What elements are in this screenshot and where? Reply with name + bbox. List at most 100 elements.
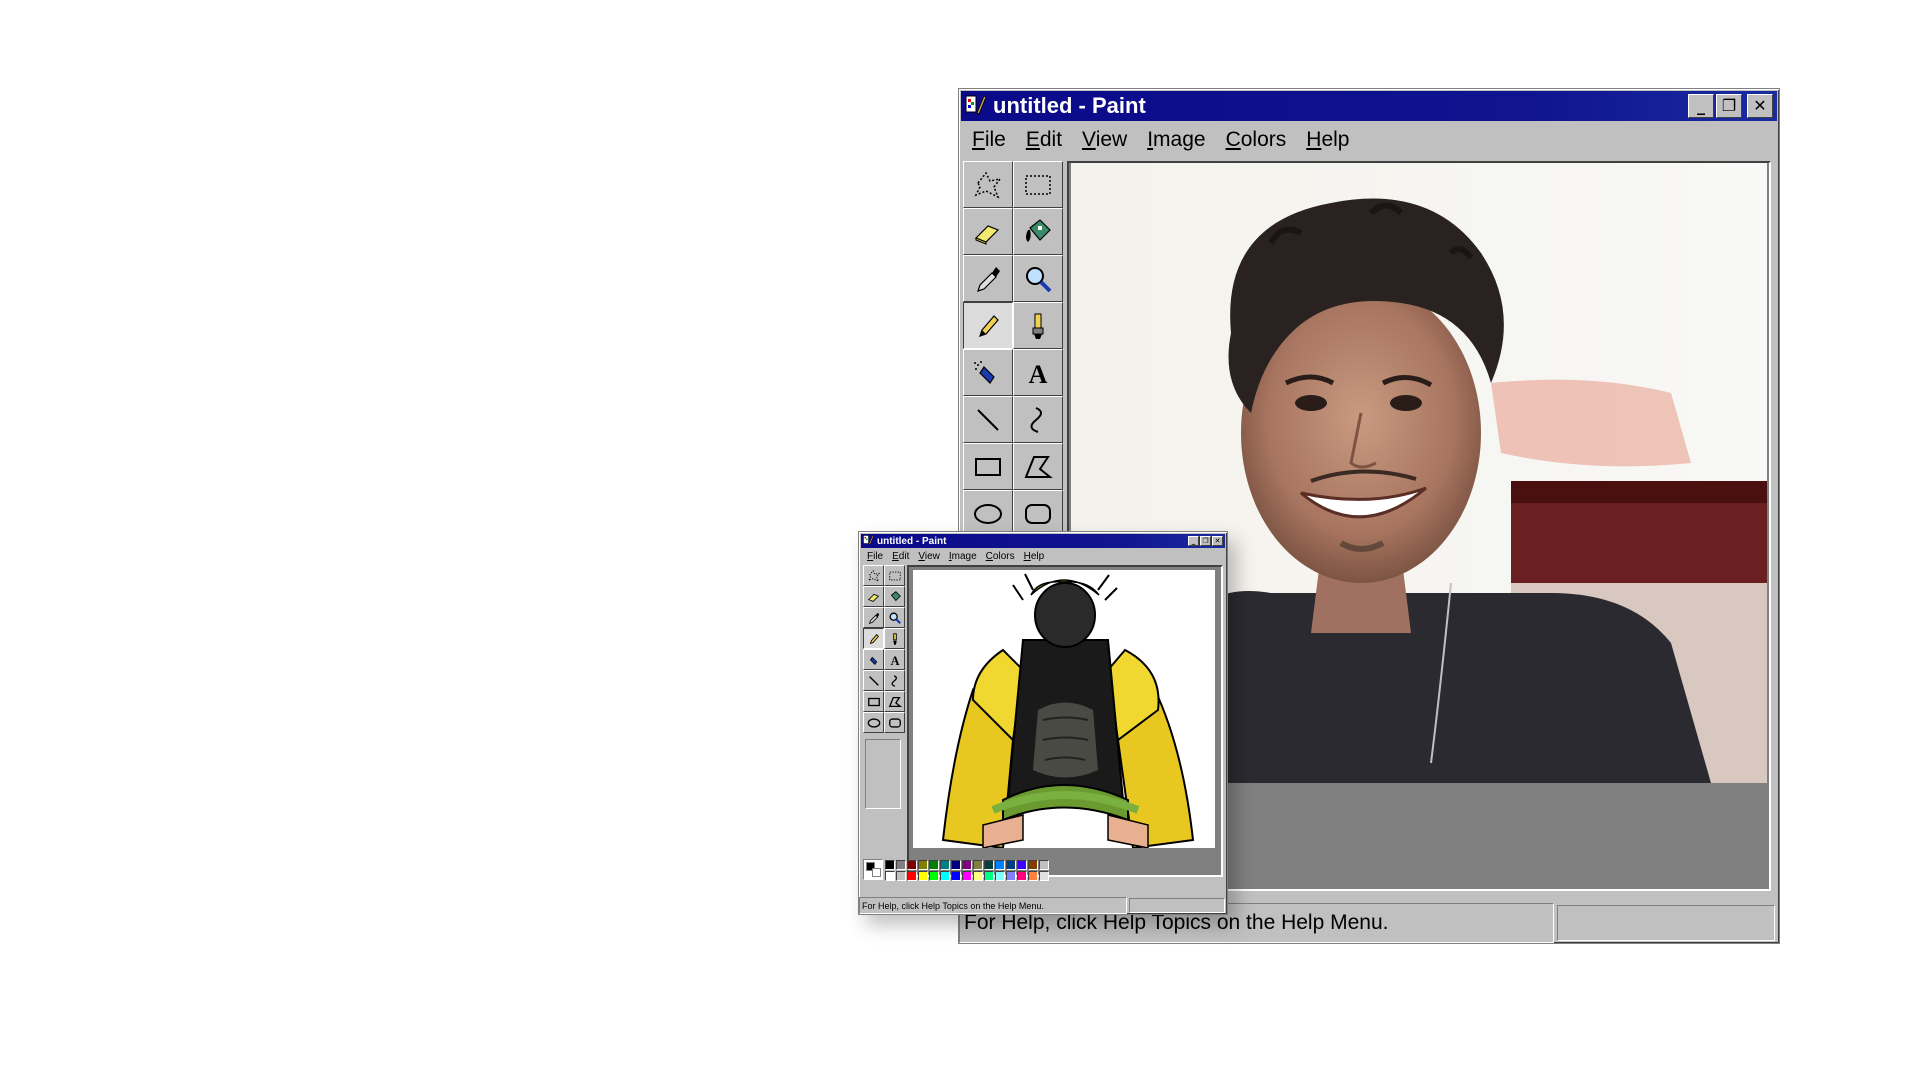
palette-swatch[interactable]: [973, 860, 983, 870]
palette-swatch[interactable]: [984, 871, 994, 881]
menu-image[interactable]: Image: [949, 551, 977, 562]
curve-tool[interactable]: [884, 670, 905, 691]
ellipse-icon: [974, 503, 1002, 524]
palette-swatch[interactable]: [995, 860, 1005, 870]
free-select-icon: [974, 171, 1002, 199]
palette-swatch[interactable]: [1028, 871, 1038, 881]
menu-file[interactable]: File: [972, 128, 1006, 152]
palette-swatch[interactable]: [962, 860, 972, 870]
menu-view[interactable]: View: [918, 551, 940, 562]
eraser-tool[interactable]: [963, 208, 1013, 255]
palette-swatch[interactable]: [1006, 860, 1016, 870]
palette-swatch[interactable]: [984, 860, 994, 870]
rect-select-tool[interactable]: [1013, 161, 1063, 208]
pencil-tool[interactable]: [863, 628, 884, 649]
palette-swatch[interactable]: [940, 860, 950, 870]
color-picker-tool[interactable]: [863, 607, 884, 628]
curve-icon: [1030, 406, 1042, 433]
minimize-button[interactable]: _: [1688, 94, 1714, 118]
palette-swatch[interactable]: [995, 871, 1005, 881]
brush-tool[interactable]: [1013, 302, 1063, 349]
menu-colors[interactable]: Colors: [986, 551, 1015, 562]
palette-swatch[interactable]: [1039, 871, 1049, 881]
eyedropper-icon: [977, 266, 1000, 292]
pencil-tool[interactable]: [963, 302, 1013, 349]
toolbox: A: [863, 565, 905, 733]
palette-swatch[interactable]: [962, 871, 972, 881]
line-tool[interactable]: [863, 670, 884, 691]
palette-swatch[interactable]: [929, 860, 939, 870]
palette-swatch[interactable]: [907, 871, 917, 881]
free-select-icon: [867, 569, 880, 582]
magnifier-tool[interactable]: [1013, 255, 1063, 302]
menu-help[interactable]: Help: [1306, 128, 1349, 152]
tool-options-box[interactable]: [865, 739, 901, 809]
airbrush-tool[interactable]: [963, 349, 1013, 396]
pencil-icon: [979, 314, 999, 337]
rounded-rectangle-tool[interactable]: [884, 712, 905, 733]
palette-swatch[interactable]: [1028, 860, 1038, 870]
airbrush-tool[interactable]: [863, 649, 884, 670]
fill-tool[interactable]: [884, 586, 905, 607]
rectangle-tool[interactable]: [963, 443, 1013, 490]
brush-tool[interactable]: [884, 628, 905, 649]
brush-icon: [892, 632, 897, 645]
rounded-rectangle-tool[interactable]: [1013, 490, 1063, 537]
palette-swatch[interactable]: [885, 871, 895, 881]
menu-edit[interactable]: Edit: [1026, 128, 1062, 152]
close-button[interactable]: ✕: [1212, 536, 1223, 546]
palette-swatch[interactable]: [896, 860, 906, 870]
menu-edit[interactable]: Edit: [892, 551, 909, 562]
polygon-tool[interactable]: [884, 691, 905, 712]
rect-select-tool[interactable]: [884, 565, 905, 586]
curve-tool[interactable]: [1013, 396, 1063, 443]
palette-swatch[interactable]: [951, 860, 961, 870]
palette-swatch[interactable]: [907, 860, 917, 870]
palette-swatch[interactable]: [951, 871, 961, 881]
toolbox: A: [963, 161, 1063, 537]
free-select-tool[interactable]: [863, 565, 884, 586]
palette-swatch[interactable]: [918, 860, 928, 870]
drawing-canvas[interactable]: [913, 570, 1215, 848]
canvas-area: [907, 565, 1223, 877]
rectangle-tool[interactable]: [863, 691, 884, 712]
line-icon: [868, 675, 879, 686]
palette-swatch[interactable]: [929, 871, 939, 881]
title-bar[interactable]: untitled - Paint _ ❐ ✕: [861, 534, 1225, 548]
fill-tool[interactable]: [1013, 208, 1063, 255]
polygon-tool[interactable]: [1013, 443, 1063, 490]
free-select-tool[interactable]: [963, 161, 1013, 208]
line-tool[interactable]: [963, 396, 1013, 443]
close-button[interactable]: ✕: [1747, 94, 1773, 118]
curve-icon: [891, 674, 897, 687]
menu-image[interactable]: Image: [1147, 128, 1205, 152]
menu-help[interactable]: Help: [1024, 551, 1045, 562]
palette-swatch[interactable]: [1039, 860, 1049, 870]
rectangle-icon: [975, 457, 1001, 476]
text-tool[interactable]: A: [1013, 349, 1063, 396]
restore-button[interactable]: ❐: [1200, 536, 1211, 546]
minimize-button[interactable]: _: [1188, 536, 1199, 546]
palette-swatch[interactable]: [885, 860, 895, 870]
foreground-background-colors[interactable]: [863, 859, 883, 880]
menu-file[interactable]: File: [867, 551, 883, 562]
palette-swatch[interactable]: [1017, 860, 1027, 870]
brush-icon: [1032, 313, 1044, 339]
palette-swatch[interactable]: [918, 871, 928, 881]
eraser-tool[interactable]: [863, 586, 884, 607]
ellipse-tool[interactable]: [863, 712, 884, 733]
svg-text:A: A: [1029, 360, 1048, 389]
palette-swatch[interactable]: [973, 871, 983, 881]
palette-swatch[interactable]: [940, 871, 950, 881]
menu-view[interactable]: View: [1082, 128, 1127, 152]
magnifier-tool[interactable]: [884, 607, 905, 628]
title-bar[interactable]: untitled - Paint _ ❐ ✕: [961, 91, 1777, 121]
color-picker-tool[interactable]: [963, 255, 1013, 302]
palette-swatch[interactable]: [1017, 871, 1027, 881]
ellipse-tool[interactable]: [963, 490, 1013, 537]
restore-button[interactable]: ❐: [1716, 94, 1742, 118]
palette-swatch[interactable]: [896, 871, 906, 881]
palette-swatch[interactable]: [1006, 871, 1016, 881]
text-tool[interactable]: A: [884, 649, 905, 670]
menu-colors[interactable]: Colors: [1226, 128, 1287, 152]
